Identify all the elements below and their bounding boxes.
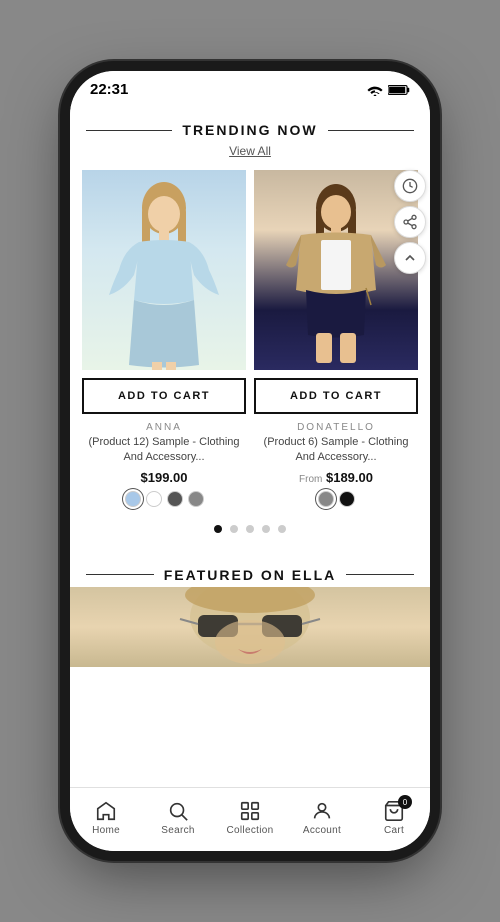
price-value-2: $189.00 — [326, 470, 373, 485]
dot-1[interactable] — [230, 525, 238, 533]
swatch-1-1[interactable] — [146, 491, 162, 507]
nav-collection-label: Collection — [227, 825, 274, 836]
add-to-cart-btn-2[interactable]: ADD TO CART — [254, 378, 418, 414]
history-fab[interactable] — [394, 170, 426, 202]
product-image-bg-1 — [82, 170, 246, 370]
nav-search-label: Search — [161, 825, 195, 836]
view-all-link[interactable]: View All — [229, 144, 271, 158]
featured-line-right — [346, 574, 414, 575]
share-fab[interactable] — [394, 206, 426, 238]
nav-home-label: Home — [92, 825, 120, 836]
wifi-icon — [367, 84, 383, 96]
account-icon — [310, 799, 334, 823]
collection-icon — [238, 799, 262, 823]
fashion-figure-2 — [276, 180, 396, 370]
share-icon — [402, 214, 418, 230]
nav-account[interactable]: Account — [286, 795, 358, 840]
swatch-1-0[interactable] — [125, 491, 141, 507]
featured-section: FEATURED ON ELLA — [70, 549, 430, 677]
product-image-1 — [82, 170, 246, 370]
featured-face — [150, 587, 350, 667]
product-brand-1: ANNA — [82, 422, 246, 433]
product-name-1: (Product 12) Sample - Clothing And Acces… — [82, 435, 246, 466]
nav-collection[interactable]: Collection — [214, 795, 286, 840]
up-icon — [402, 250, 418, 266]
product-card-1: ADD TO CART ANNA (Product 12) Sample - C… — [78, 170, 250, 517]
header-line-right — [328, 130, 414, 131]
color-swatches-2 — [254, 491, 418, 507]
product-price-1: $199.00 — [82, 470, 246, 485]
add-to-cart-btn-1[interactable]: ADD TO CART — [82, 378, 246, 414]
status-icons — [367, 84, 410, 96]
status-time: 22:31 — [90, 81, 128, 98]
nav-search[interactable]: Search — [142, 795, 214, 840]
dot-0[interactable] — [214, 525, 222, 533]
dot-4[interactable] — [278, 525, 286, 533]
up-fab[interactable] — [394, 242, 426, 274]
product-grid: ADD TO CART ANNA (Product 12) Sample - C… — [70, 170, 430, 517]
dot-3[interactable] — [262, 525, 270, 533]
dot-2[interactable] — [246, 525, 254, 533]
featured-line-left — [86, 574, 154, 575]
color-swatches-1 — [82, 491, 246, 507]
bottom-nav: Home Search Collection — [70, 787, 430, 851]
nav-cart-label: Cart — [384, 825, 404, 836]
trending-header: TRENDING NOW — [70, 104, 430, 142]
product-name-2: (Product 6) Sample - Clothing And Access… — [254, 435, 418, 466]
nav-home[interactable]: Home — [70, 795, 142, 840]
featured-header: FEATURED ON ELLA — [70, 549, 430, 587]
battery-icon — [388, 84, 410, 96]
trending-title: TRENDING NOW — [182, 122, 317, 138]
floating-actions — [394, 170, 426, 274]
content-area: TRENDING NOW View All — [70, 104, 430, 787]
nav-cart[interactable]: 0 Cart — [358, 795, 430, 840]
search-icon — [166, 799, 190, 823]
fashion-figure-1 — [104, 180, 224, 370]
history-icon — [402, 178, 418, 194]
featured-title: FEATURED ON ELLA — [164, 567, 337, 583]
from-label-2: From — [299, 474, 322, 485]
featured-banner — [70, 587, 430, 667]
cart-badge: 0 — [398, 795, 412, 809]
status-bar: 22:31 — [70, 71, 430, 104]
swatch-2-1[interactable] — [339, 491, 355, 507]
home-icon — [94, 799, 118, 823]
view-all-container: View All — [70, 142, 430, 160]
swatch-1-2[interactable] — [167, 491, 183, 507]
header-line-left — [86, 130, 172, 131]
nav-account-label: Account — [303, 825, 341, 836]
swatch-2-0[interactable] — [318, 491, 334, 507]
swatch-1-3[interactable] — [188, 491, 204, 507]
phone-frame: 22:31 TRENDING NOW View All — [70, 71, 430, 851]
pagination-dots — [70, 517, 430, 549]
product-brand-2: DONATELLO — [254, 422, 418, 433]
product-price-2: From $189.00 — [254, 470, 418, 485]
cart-icon: 0 — [382, 799, 406, 823]
